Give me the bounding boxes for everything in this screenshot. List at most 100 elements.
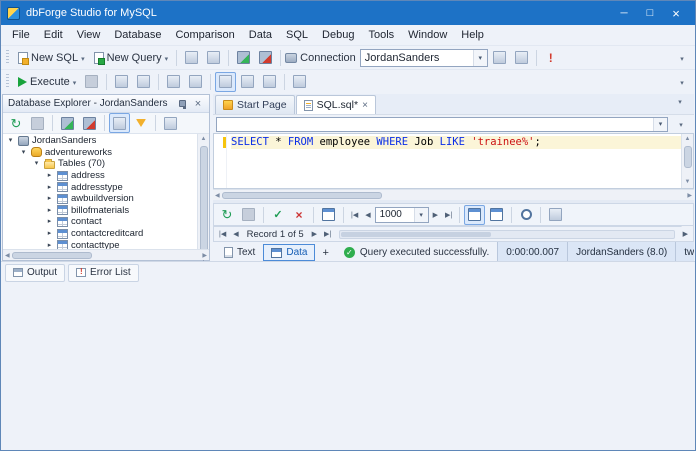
sql-statement-line[interactable]: SELECT * FROM employee WHERE Job LIKE 't… [231,136,681,149]
view-tab[interactable]: Data [263,244,315,261]
menu-item[interactable]: SQL [279,27,315,43]
menu-item[interactable]: Tools [361,27,401,43]
export-icon[interactable] [545,205,566,225]
debug-icon[interactable] [111,72,132,92]
menu-item[interactable]: Debug [315,27,361,43]
options-icon[interactable] [289,72,310,92]
refresh-icon[interactable] [217,205,237,225]
open-icon[interactable] [203,48,224,68]
card-view-icon[interactable] [486,205,507,225]
scroll-right-icon[interactable] [680,230,691,238]
minimize-button[interactable] [611,4,637,23]
tree-item[interactable]: billofmaterials [3,205,197,217]
expander-icon[interactable] [45,183,54,192]
find-icon[interactable] [516,205,536,225]
filter-icon[interactable] [131,113,151,133]
last-record-icon[interactable] [321,230,334,238]
menu-item[interactable]: File [5,27,37,43]
view-tab[interactable]: Text [216,244,263,261]
tree-item[interactable]: address [3,170,197,182]
dock-tab[interactable]: Error List [68,264,139,282]
new-sql-button[interactable]: New SQL [14,48,89,68]
scroll-thumb[interactable] [341,232,491,237]
scroll-left-icon[interactable]: ◀ [5,252,10,259]
status-connection[interactable]: JordanSanders (8.0) [567,242,675,263]
menu-item[interactable]: View [70,27,108,43]
menu-item[interactable]: Comparison [168,27,241,43]
toolbar-overflow-button[interactable] [672,48,692,68]
document-tab[interactable]: SQL.sql* [296,95,376,114]
close-tab-icon[interactable] [362,99,368,111]
tree-item[interactable]: contact [3,216,197,228]
scroll-thumb[interactable] [200,146,208,256]
editor-code-area[interactable]: SELECT * FROM employee WHERE Job LIKE 't… [227,134,681,188]
toolbar-grip[interactable] [6,74,9,89]
toolbar-grip[interactable] [6,50,9,65]
toolbar-overflow-button[interactable] [672,72,692,92]
menu-item[interactable]: Window [401,27,454,43]
menu-item[interactable]: Database [107,27,168,43]
page-size-combo[interactable]: 1000 [375,207,429,223]
apply-icon[interactable] [268,205,288,225]
tree-item[interactable]: addresstype [3,181,197,193]
scroll-thumb[interactable] [12,252,92,259]
revert-icon[interactable] [289,205,309,225]
first-page-icon[interactable] [348,211,361,219]
save-icon[interactable] [181,48,202,68]
expander-icon[interactable] [45,194,54,203]
stop-icon[interactable] [27,113,48,133]
edit-connection-icon[interactable] [511,48,532,68]
tree-item[interactable]: JordanSanders [3,135,197,147]
scroll-up-icon[interactable]: ▲ [685,135,691,144]
tree-item[interactable]: Tables (70) [3,158,197,170]
tree-item[interactable]: awbuildversion [3,193,197,205]
close-button[interactable] [663,4,689,23]
connection-select[interactable]: JordanSanders [360,49,488,67]
scroll-thumb[interactable] [222,192,382,199]
scroll-thumb[interactable] [684,146,692,168]
execute-button[interactable]: Execute [14,72,80,92]
first-record-icon[interactable] [216,230,229,238]
tree-item[interactable]: contactcreditcard [3,228,197,240]
tree-vertical-scrollbar[interactable]: ▲ ▼ [197,134,209,249]
pin-icon[interactable] [176,98,188,110]
grid-view-icon[interactable] [464,205,485,225]
options-icon[interactable] [160,113,181,133]
tree-item[interactable]: adventureworks [3,147,197,159]
next-page-icon[interactable] [430,211,441,219]
layout-vertical-icon[interactable] [259,72,280,92]
scroll-up-icon[interactable]: ▲ [201,135,207,144]
refresh-icon[interactable] [6,113,26,133]
maximize-button[interactable] [637,4,663,23]
menu-item[interactable]: Help [454,27,491,43]
scroll-right-icon[interactable]: ▶ [687,192,692,199]
step-over-icon[interactable] [133,72,154,92]
previous-record-icon[interactable] [230,230,241,238]
editor-horizontal-scrollbar[interactable]: ◀ ▶ [213,189,694,200]
expander-icon[interactable] [45,206,54,215]
expander-icon[interactable] [19,148,28,157]
connect-icon[interactable] [233,48,254,68]
document-tab[interactable]: Start Page [215,95,295,114]
group-by-type-icon[interactable] [109,113,130,133]
tab-list-button[interactable] [670,91,690,111]
layout-horizontal-icon[interactable] [237,72,258,92]
last-page-icon[interactable] [442,211,455,219]
close-panel-icon[interactable] [192,98,204,110]
scroll-right-icon[interactable]: ▶ [202,252,207,259]
document-database-combo[interactable] [216,117,668,132]
connect-icon[interactable] [57,113,78,133]
query-profiler-icon[interactable] [163,72,184,92]
sql-editor[interactable]: SELECT * FROM employee WHERE Job LIKE 't… [213,133,694,189]
window-split-button[interactable] [671,117,691,132]
sql-warning-icon[interactable] [541,48,561,68]
expander-icon[interactable] [45,229,54,238]
tree-item[interactable]: contacttype [3,239,197,249]
expander-icon[interactable] [45,171,54,180]
next-record-icon[interactable] [309,230,320,238]
new-connection-icon[interactable] [489,48,510,68]
scroll-down-icon[interactable]: ▼ [685,178,691,187]
expander-icon[interactable] [32,159,41,168]
disconnect-icon[interactable] [255,48,276,68]
grid-options-icon[interactable] [318,205,339,225]
